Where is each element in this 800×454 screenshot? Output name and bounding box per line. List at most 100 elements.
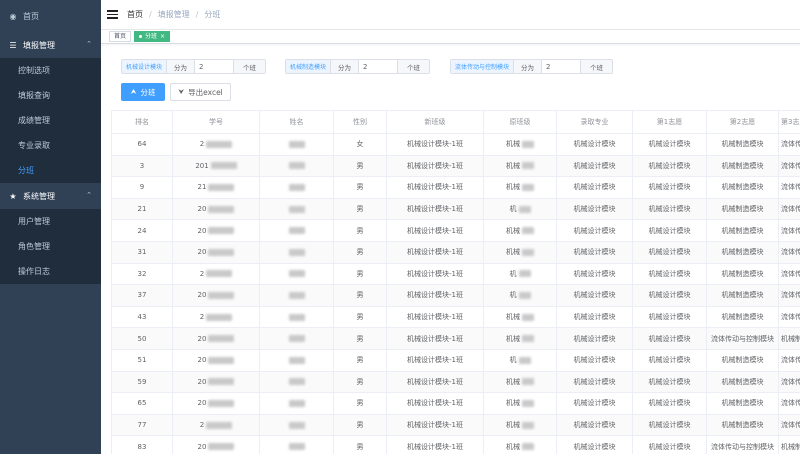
cell-text: 机械	[506, 248, 520, 257]
sidebar-item-fill-query[interactable]: 填报查询	[0, 83, 101, 108]
table-row[interactable]: 9 21 男 机械设计模块-1班 机械 机械设计模块 机械设计模块 机械制造模块 流体传动与控制…	[111, 176, 800, 199]
choice2-cell: 机械制造模块	[706, 348, 779, 372]
table-row[interactable]: 31 20 男 机械设计模块-1班 机械 机械设计模块 机械设计模块 机械制造模块 流体传动与控…	[111, 240, 800, 264]
cell-text: 流体传动与控制模块	[711, 442, 774, 451]
breadcrumb-home[interactable]: 首页	[127, 9, 143, 20]
divide-label: 分为	[167, 60, 196, 73]
choice1-cell: 机械设计模块	[632, 154, 707, 178]
gender-cell: 男	[333, 370, 387, 394]
table-row[interactable]: 24 20 男 机械设计模块-1班 机械 机械设计模块 机械设计模块 机械制造模块 流体传动与控…	[111, 219, 800, 242]
redacted-blur	[522, 421, 534, 429]
sidebar-group-label: 系统管理	[23, 191, 55, 201]
table-row[interactable]: 51 20 男 机械设计模块-1班 机 机械设计模块 机械设计模块 机械制造模块 流体传动与控制…	[111, 348, 800, 372]
table-row[interactable]: 83 20 男 机械设计模块-1班 机械 机械设计模块 机械设计模块 流体传动与控制模块 机械制…	[111, 435, 800, 454]
redacted-blur	[288, 162, 305, 170]
class-count-input[interactable]	[542, 60, 581, 73]
column-header: 姓名	[259, 110, 334, 134]
table-row[interactable]: 65 20 男 机械设计模块-1班 机械 机械设计模块 机械设计模块 机械制造模块 流体传动与控…	[111, 392, 800, 415]
sidebar-group-system-management[interactable]: ★ 系统管理 ⌃	[0, 183, 101, 209]
sidebar-item-label: 用户管理	[18, 217, 50, 226]
sidebar-item-major-admission[interactable]: 专业录取	[0, 133, 101, 158]
major-cell: 机械设计模块	[556, 413, 633, 437]
cell-text: 男	[356, 399, 364, 408]
cell-text: 男	[356, 226, 364, 235]
cell-text: 机械设计模块	[648, 377, 691, 386]
sidebar-item-role-management[interactable]: 角色管理	[0, 234, 101, 259]
sidebar-item-operation-log[interactable]: 操作日志	[0, 259, 101, 284]
student-id-cell: 20	[172, 370, 260, 394]
close-icon[interactable]: ×	[160, 32, 165, 41]
cell-text: 50	[137, 334, 147, 343]
choice1-cell: 机械设计模块	[632, 197, 707, 221]
hamburger-icon[interactable]	[107, 10, 118, 19]
redacted-blur	[208, 378, 235, 386]
table-row[interactable]: 32 2 男 机械设计模块-1班 机 机械设计模块 机械设计模块 机械制造模块 流体传动与控制模…	[111, 262, 800, 286]
choice3-cell: 流体传动与控制模块	[778, 392, 800, 415]
sidebar-item-score-management[interactable]: 成绩管理	[0, 108, 101, 133]
cell-text: 男	[356, 269, 364, 278]
student-id-cell: 20	[172, 348, 260, 372]
cell-text: 机械设计模块-1班	[407, 183, 463, 192]
rank-cell: 65	[111, 392, 173, 415]
choice2-cell: 机械制造模块	[706, 197, 779, 221]
cell-text: 机械	[506, 183, 520, 192]
cell-text: 59	[137, 377, 147, 386]
choice3-cell: 流体传动与控制模块	[778, 370, 800, 394]
cell-text: 机械设计模块-1班	[407, 442, 463, 451]
student-id-cell: 20	[172, 327, 260, 350]
cell-text: 21	[137, 205, 147, 214]
sidebar-item-home[interactable]: ◉ 首页	[0, 0, 101, 32]
gender-cell: 男	[333, 197, 387, 221]
table-row[interactable]: 77 2 男 机械设计模块-1班 机械 机械设计模块 机械设计模块 机械制造模块 流体传动与控制…	[111, 413, 800, 437]
cell-text: 流体传动与控制模块	[781, 140, 800, 149]
cell-text: 机械设计模块-1班	[407, 356, 463, 365]
cell-text: 机械设计模块	[573, 205, 616, 214]
cell-text: 机	[509, 205, 517, 214]
table-row[interactable]: 43 2 男 机械设计模块-1班 机械 机械设计模块 机械设计模块 机械制造模块 流体传动与控制…	[111, 305, 800, 329]
name-cell	[259, 197, 334, 221]
class-count-input[interactable]	[195, 60, 234, 73]
redacted-blur	[522, 313, 534, 321]
cell-text: 机械设计模块-1班	[407, 248, 463, 257]
cell-text: 男	[356, 183, 364, 192]
tag-class-division[interactable]: 分班 ×	[134, 31, 171, 42]
cell-text: 20	[197, 291, 207, 300]
choice1-cell: 机械设计模块	[632, 435, 707, 454]
table-row[interactable]: 59 20 男 机械设计模块-1班 机械 机械设计模块 机械设计模块 机械制造模块 流体传动与控…	[111, 370, 800, 394]
class-count-input[interactable]	[359, 60, 398, 73]
student-id-cell: 21	[172, 176, 260, 199]
new-class-cell: 机械设计模块-1班	[386, 133, 484, 156]
cell-text: 20	[197, 356, 207, 365]
cell-text: 机械设计模块	[648, 334, 691, 343]
rank-cell: 50	[111, 327, 173, 350]
cell-text: 男	[356, 442, 364, 451]
table-row[interactable]: 21 20 男 机械设计模块-1班 机 机械设计模块 机械设计模块 机械制造模块 流体传动与控制…	[111, 197, 800, 221]
major-cell: 机械设计模块	[556, 219, 633, 242]
cell-text: 机械设计模块-1班	[407, 140, 463, 149]
sidebar-item-user-management[interactable]: 用户管理	[0, 209, 101, 234]
old-class-cell: 机械	[483, 154, 557, 178]
major-cell: 机械设计模块	[556, 133, 633, 156]
old-class-cell: 机	[483, 197, 557, 221]
sidebar-group-fill-management[interactable]: ☰ 填报管理 ⌃	[0, 32, 101, 58]
name-cell	[259, 284, 334, 307]
cell-text: 流体传动与控制模块	[781, 226, 800, 235]
table-row[interactable]: 64 2 女 机械设计模块-1班 机械 机械设计模块 机械设计模块 机械制造模块 流体传动与控制…	[111, 133, 800, 156]
redacted-blur	[288, 443, 305, 451]
table-row[interactable]: 50 20 男 机械设计模块-1班 机械 机械设计模块 机械设计模块 流体传动与控制模块 机械制…	[111, 327, 800, 350]
cell-text: 机械制造模块	[721, 183, 764, 192]
navbar: 首页 / 填报管理 / 分班	[101, 0, 800, 30]
column-header: 录取专业	[556, 110, 633, 134]
divide-class-button[interactable]: ⮝ 分班	[121, 83, 165, 101]
choice2-cell: 机械制造模块	[706, 219, 779, 242]
breadcrumb-fill-management[interactable]: 填报管理	[158, 9, 190, 20]
tag-home[interactable]: 首页	[109, 31, 132, 42]
sidebar-item-class-division[interactable]: 分班	[0, 158, 101, 183]
name-cell	[259, 370, 334, 394]
redacted-blur	[518, 205, 531, 213]
table-row[interactable]: 37 20 男 机械设计模块-1班 机 机械设计模块 机械设计模块 机械制造模块 流体传动与控制…	[111, 284, 800, 307]
choice1-cell: 机械设计模块	[632, 370, 707, 394]
table-row[interactable]: 3 201 男 机械设计模块-1班 机械 机械设计模块 机械设计模块 机械制造模块 流体传动与控…	[111, 154, 800, 178]
sidebar-item-control-options[interactable]: 控制选项	[0, 58, 101, 83]
export-excel-button[interactable]: ⮟ 导出excel	[170, 83, 231, 101]
